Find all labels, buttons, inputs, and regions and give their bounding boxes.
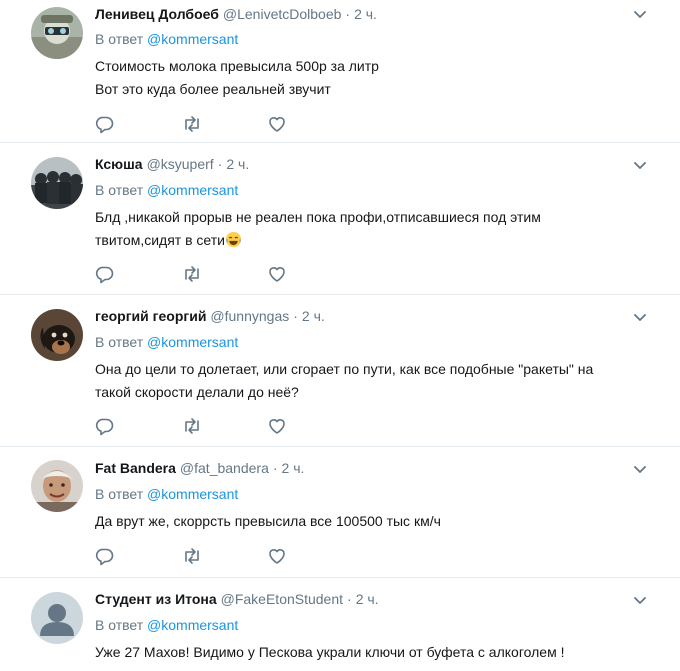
chevron-down-icon[interactable] [633, 10, 647, 20]
author-name[interactable]: георгий георгий [95, 308, 206, 324]
tweet-header: георгий георгий @funnyngas · 2 ч. [95, 307, 325, 325]
tweet-text-line-part: твитом,сидят в сети [95, 232, 225, 248]
reply-feed: Ленивец Долбоеб @LenivetcDolboeb · 2 ч. В о… [0, 0, 680, 671]
author-name[interactable]: Студент из Итона [95, 591, 217, 607]
chevron-down-icon[interactable] [633, 313, 647, 323]
separator-dot: · [345, 6, 351, 22]
retweet-icon[interactable] [181, 264, 267, 284]
reply-mention-link[interactable]: @kommersant [147, 334, 238, 350]
tweet-text: Уже 27 Махов! Видимо у Пескова украли кл… [95, 641, 655, 664]
tweet-text-line: Уже 27 Махов! Видимо у Пескова украли кл… [95, 644, 565, 660]
avatar[interactable] [31, 7, 83, 59]
reply-context: В ответ @kommersant [95, 181, 238, 199]
tweet-text-line: твитом,сидят в сети [95, 229, 655, 252]
reply-icon[interactable] [95, 416, 181, 436]
tweet[interactable]: Ксюша @ksyuperf · 2 ч. В ответ @kommersant … [0, 143, 680, 295]
reply-context: В ответ @kommersant [95, 485, 238, 503]
reply-mention-link[interactable]: @kommersant [147, 617, 238, 633]
heart-icon[interactable] [267, 546, 353, 566]
reply-prefix: В ответ [95, 617, 144, 633]
reply-icon[interactable] [95, 546, 181, 566]
reply-icon[interactable] [95, 264, 181, 284]
reply-prefix: В ответ [95, 486, 144, 502]
author-handle[interactable]: @ksyuperf [147, 156, 214, 172]
reply-mention-link[interactable]: @kommersant [147, 31, 238, 47]
author-name[interactable]: Ксюша [95, 156, 143, 172]
face-with-tears-of-joy-icon [225, 231, 242, 248]
reply-context: В ответ @kommersant [95, 30, 238, 48]
tweet-actions [95, 264, 353, 284]
retweet-icon[interactable] [181, 416, 267, 436]
author-handle[interactable]: @fat_bandera [180, 460, 269, 476]
tweet-text: Стоимость молока превысила 500р за литр … [95, 55, 655, 101]
separator-dot: · [217, 156, 223, 172]
tweet[interactable]: Fat Bandera @fat_bandera · 2 ч. В ответ @ko… [0, 447, 680, 578]
tweet-header: Студент из Итона @FakeEtonStudent · 2 ч. [95, 590, 379, 608]
avatar[interactable] [31, 157, 83, 209]
tweet-text: Она до цели то долетает, или сгорает по … [95, 358, 655, 404]
avatar[interactable] [31, 309, 83, 361]
tweet-text-line: Вот это куда более реальней звучит [95, 81, 331, 97]
author-name[interactable]: Fat Bandera [95, 460, 176, 476]
reply-context: В ответ @kommersant [95, 333, 238, 351]
separator-dot: · [347, 591, 352, 607]
tweet-text: Да врут же, скоррсть превысила все 10050… [95, 510, 655, 533]
tweet-header: Ленивец Долбоеб @LenivetcDolboeb · 2 ч. [95, 5, 377, 23]
tweet-time[interactable]: 2 ч. [356, 591, 379, 607]
author-name[interactable]: Ленивец Долбоеб [95, 6, 219, 22]
reply-prefix: В ответ [95, 334, 144, 350]
reply-context: В ответ @kommersant [95, 616, 238, 634]
tweet-text-line: Стоимость молока превысила 500р за литр [95, 58, 379, 74]
tweet-text-line: Она до цели то долетает, или сгорает по … [95, 361, 594, 377]
tweet-actions [95, 546, 353, 566]
author-handle[interactable]: @FakeEtonStudent [221, 591, 343, 607]
tweet-time[interactable]: 2 ч. [282, 460, 305, 476]
reply-prefix: В ответ [95, 182, 144, 198]
chevron-down-icon[interactable] [633, 161, 647, 171]
tweet-time[interactable]: 2 ч. [226, 156, 249, 172]
author-handle[interactable]: @LenivetcDolboeb [223, 6, 342, 22]
tweet-text: Блд ,никакой прорыв не реален пока профи… [95, 206, 655, 252]
tweet[interactable]: Студент из Итона @FakeEtonStudent · 2 ч. В … [0, 578, 680, 671]
retweet-icon[interactable] [181, 546, 267, 566]
reply-prefix: В ответ [95, 31, 144, 47]
chevron-down-icon[interactable] [633, 596, 647, 606]
heart-icon[interactable] [267, 416, 353, 436]
tweet-actions [95, 416, 353, 436]
heart-icon[interactable] [267, 264, 353, 284]
author-handle[interactable]: @funnyngas [210, 308, 289, 324]
chevron-down-icon[interactable] [633, 465, 647, 475]
tweet-header: Fat Bandera @fat_bandera · 2 ч. [95, 459, 304, 477]
tweet-time[interactable]: 2 ч. [302, 308, 325, 324]
tweet-text-line: Блд ,никакой прорыв не реален пока профи… [95, 209, 541, 225]
tweet-header: Ксюша @ksyuperf · 2 ч. [95, 155, 249, 173]
separator-dot: · [272, 460, 278, 476]
reply-mention-link[interactable]: @kommersant [147, 486, 238, 502]
retweet-icon[interactable] [181, 114, 267, 134]
heart-icon[interactable] [267, 114, 353, 134]
separator-dot: · [293, 308, 298, 324]
reply-mention-link[interactable]: @kommersant [147, 182, 238, 198]
tweet-text-line: Да врут же, скоррсть превысила все 10050… [95, 513, 441, 529]
avatar[interactable] [31, 460, 83, 512]
tweet-time[interactable]: 2 ч. [354, 6, 377, 22]
tweet[interactable]: георгий георгий @funnyngas · 2 ч. В ответ @… [0, 295, 680, 447]
reply-icon[interactable] [95, 114, 181, 134]
tweet[interactable]: Ленивец Долбоеб @LenivetcDolboeb · 2 ч. В о… [0, 0, 680, 143]
tweet-actions [95, 114, 353, 134]
tweet-text-line: такой скорости делали до неё? [95, 384, 299, 400]
avatar[interactable] [31, 592, 83, 644]
